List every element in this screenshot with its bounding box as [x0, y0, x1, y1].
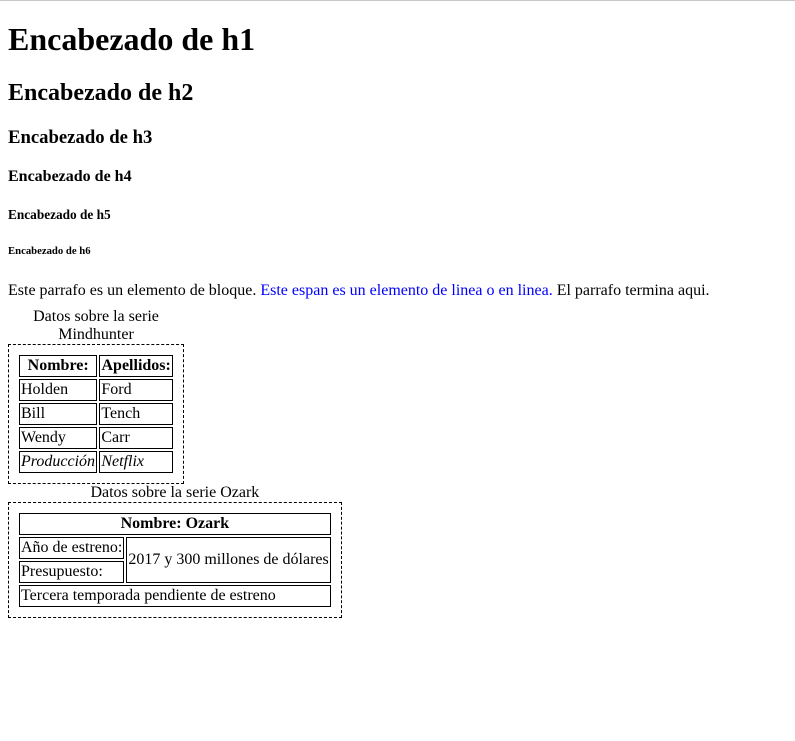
- page-content: Encabezado de h1 Encabezado de h2 Encabe…: [8, 0, 788, 618]
- mindhunter-caption: Datos sobre la serie Mindhunter: [33, 308, 159, 343]
- table-header-row: Nombre: Apellidos:: [19, 355, 173, 377]
- table-cell-estreno-label: Año de estreno:: [19, 537, 125, 559]
- table-cell: Netflix: [99, 451, 173, 473]
- mindhunter-table: Datos sobre la serie Mindhunter Nombre: …: [8, 308, 184, 484]
- header-cell-nombre: Nombre:: [19, 355, 98, 377]
- header-cell-ozark: Nombre: Ozark: [19, 513, 331, 535]
- table-cell-merged-value: 2017 y 300 millones de dólares: [126, 537, 331, 583]
- heading-h1: Encabezado de h1: [8, 21, 256, 57]
- heading-h2: Encabezado de h2: [8, 80, 194, 106]
- table-cell: Holden: [19, 379, 98, 401]
- table-cell-footer: Tercera temporada pendiente de estreno: [19, 585, 331, 607]
- paragraph-text-start: Este parrafo es un elemento de bloque.: [8, 282, 261, 299]
- heading-h4: Encabezado de h4: [8, 168, 132, 185]
- table-cell: Wendy: [19, 427, 98, 449]
- table-row: Holden Ford: [19, 379, 173, 401]
- ozark-caption: Datos sobre la serie Ozark: [90, 484, 260, 501]
- table-cell: Producción: [19, 451, 98, 473]
- table-cell: Carr: [99, 427, 173, 449]
- table-cell: Ford: [99, 379, 173, 401]
- table-header-row: Nombre: Ozark: [19, 513, 331, 535]
- table-row: Tercera temporada pendiente de estreno: [19, 585, 331, 607]
- table-row: Wendy Carr: [19, 427, 173, 449]
- heading-h3: Encabezado de h3: [8, 127, 153, 148]
- ozark-table: Datos sobre la serie Ozark Nombre: Ozark…: [8, 484, 342, 618]
- paragraph-text-end: El parrafo termina aqui.: [552, 282, 710, 299]
- heading-h5: Encabezado de h5: [8, 207, 111, 222]
- heading-h6: Encabezado de h6: [8, 245, 91, 257]
- table-row: Bill Tench: [19, 403, 173, 425]
- table-cell: Tench: [99, 403, 173, 425]
- table-cell: Bill: [19, 403, 98, 425]
- table-cell-presupuesto-label: Presupuesto:: [19, 561, 125, 583]
- inline-span: Este espan es un elemento de linea o en …: [260, 282, 553, 299]
- table-row: Producción Netflix: [19, 451, 173, 473]
- header-cell-apellidos: Apellidos:: [99, 355, 173, 377]
- table-row: Año de estreno: 2017 y 300 millones de d…: [19, 537, 331, 583]
- block-paragraph: Este parrafo es un elemento de bloque. E…: [8, 282, 788, 300]
